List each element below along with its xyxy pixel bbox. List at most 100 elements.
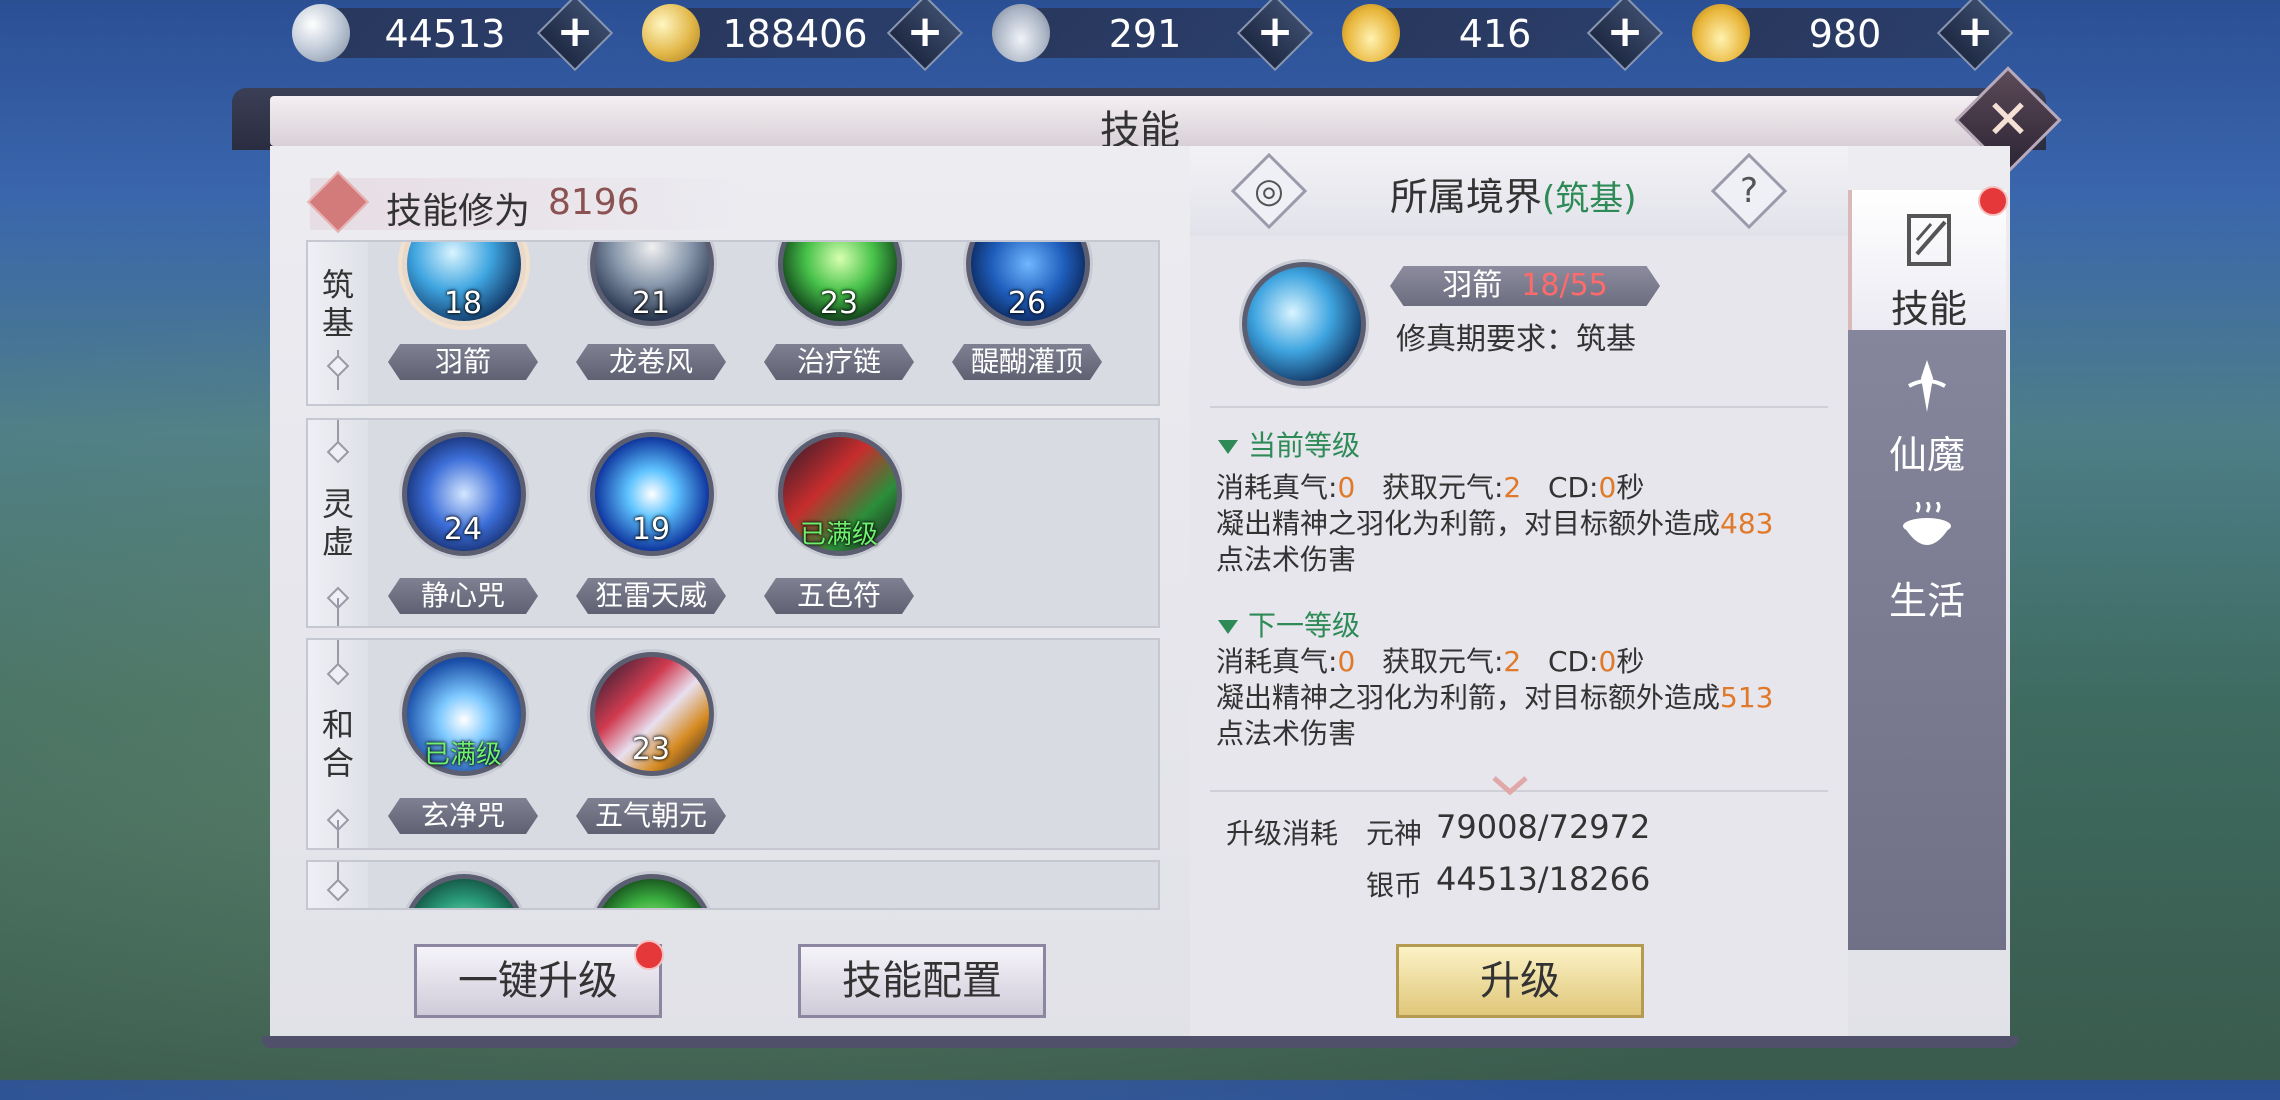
desc-text: 凝出精神之羽化为利箭，对目标额外造成 [1216,507,1721,540]
gain-label: 获取元气: [1381,645,1504,678]
cost-value: 0 [1337,471,1356,504]
category-tabs: 技能 仙魔 生活 [1848,190,2006,950]
skill-icon [402,874,526,908]
plus-icon: + [1256,6,1294,57]
upgrade-cost-label: 升级消耗 [1226,817,1339,850]
currency-value: 44513 [384,12,506,56]
plus-icon: + [1606,6,1644,57]
selected-skill-name-bar: 羽箭 18/55 [1390,266,1660,306]
currency-gold-ingot: 980 + [1692,0,2014,72]
skill-name: 醍醐灌顶 [952,344,1102,380]
add-silver-ingot-button[interactable]: + [1236,0,1314,72]
skill-level: 19 [631,512,671,547]
skill-book-icon [1907,214,1951,266]
pot-icon [1903,502,1951,545]
currency-value: 416 [1458,12,1532,56]
realm-label-column: 和合 [308,640,368,848]
skill-level: 已满级 [799,520,878,550]
cd-label: CD: [1547,645,1599,678]
add-locked-gold-ingot-button[interactable]: + [1586,0,1664,72]
cost-label: 消耗真气: [1216,471,1338,504]
gain-value: 2 [1503,645,1522,678]
realm-emblem-icon: ◎ [1230,152,1308,230]
cost-item-value: 79008/72972 [1436,808,1651,846]
cost-item-name: 银币 [1366,869,1423,902]
cd-unit: 秒 [1616,471,1645,504]
realm-label: 所属境界 [1390,175,1543,219]
title-bar: 技能 [270,96,2010,154]
upgrade-button[interactable]: 升级 [1396,944,1644,1018]
realm-node [326,662,350,686]
currency-silver-coin: 44513 + [292,0,614,72]
gold-ingot-icon [1692,4,1750,62]
divider [1210,406,1828,408]
realm-connector [337,598,339,626]
skill-name: 治疗链 [764,344,914,380]
plus-icon: + [906,6,944,57]
triangle-down-icon [1218,620,1238,634]
skill-name: 龙卷风 [576,344,726,380]
skill-cultivation: 技能修为 8196 [306,170,750,234]
one-click-upgrade-button[interactable]: 一键升级 [414,944,662,1018]
realm-name: 和合 [321,706,354,782]
add-gold-coin-button[interactable]: + [886,0,964,72]
realm-group-zhuji: 筑基 18 羽箭 21 龙卷风 23 治疗链 26 醍醐灌顶 [306,240,1160,406]
requirement: 修真期要求：筑基 [1396,314,1636,358]
help-button[interactable]: ? [1710,152,1788,230]
current-description: 凝出精神之羽化为利箭，对目标额外造成483 点法术伤害 [1216,506,1826,578]
desc-value: 483 [1720,507,1774,540]
skill-name: 羽箭 [388,344,538,380]
cultivation-label: 技能修为 [386,191,531,232]
realm-name: 灵虚 [321,485,354,561]
locked-gold-ingot-icon [1342,4,1400,62]
requirement-label: 修真期要求： [1396,322,1576,357]
realm-name: 筑基 [321,265,354,342]
next-level-header: 下一等级 [1218,604,1360,644]
skill-config-button[interactable]: 技能配置 [798,944,1046,1018]
skill-name: 五色符 [764,578,914,614]
selected-skill-name: 羽箭 [1442,268,1503,303]
skill-name: 五气朝元 [576,798,726,834]
realm-label-column: 灵虚 [308,420,368,626]
skill-level: 已满级 [423,740,502,770]
realm-connector [337,820,339,848]
currency-value: 291 [1108,12,1182,56]
cost-value: 0 [1337,645,1356,678]
cultivation-icon [306,170,370,234]
close-icon: ✕ [1985,88,2031,151]
realm-title: 所属境界(筑基) [1390,166,1637,221]
cost-item-value: 44513/18266 [1436,860,1651,898]
skill-detail-panel: ◎ 所属境界(筑基) ? 羽箭 18/55 修真期要求：筑基 当前等级 消耗真气… [1190,146,1848,1036]
skill-level: 26 [1007,286,1047,321]
currency-silver-ingot: 291 + [992,0,1314,72]
add-gold-ingot-button[interactable]: + [1936,0,2014,72]
currency-value: 980 [1808,12,1882,56]
realm-node [326,354,350,378]
selected-skill-progress: 18/55 [1521,268,1608,303]
panel-bottom-border [262,1036,2018,1048]
tab-label: 仙魔 [1888,433,1965,477]
add-silver-coin-button[interactable]: + [536,0,614,72]
skill-list-column: 技能修为 8196 筑基 18 羽箭 21 龙卷风 23 治疗链 26 醍醐灌顶 [300,170,1162,930]
sword-icon [1908,360,1946,412]
next-stats: 消耗真气:0 获取元气:2 CD:0秒 [1216,644,1644,680]
silver-coin-icon [292,4,350,62]
chevron-down-icon[interactable] [1490,774,1530,798]
tab-label: 技能 [1890,287,1967,331]
tab-life[interactable]: 生活 [1848,482,2006,623]
skill-icon [590,874,714,908]
cd-label: CD: [1547,471,1599,504]
next-description: 凝出精神之羽化为利箭，对目标额外造成513 点法术伤害 [1216,680,1826,752]
current-level-title: 当前等级 [1248,429,1361,462]
skill-level: 18 [443,286,483,321]
requirement-value: 筑基 [1576,322,1636,357]
notification-dot [634,940,664,970]
cd-value: 0 [1598,645,1617,678]
cultivation-value: 8196 [548,182,640,223]
plus-icon: + [556,6,594,57]
cd-unit: 秒 [1616,645,1645,678]
desc-value: 513 [1720,681,1774,714]
skill-level: 23 [819,286,859,321]
silver-ingot-icon [992,4,1050,62]
tab-xianmo[interactable]: 仙魔 [1848,336,2006,477]
